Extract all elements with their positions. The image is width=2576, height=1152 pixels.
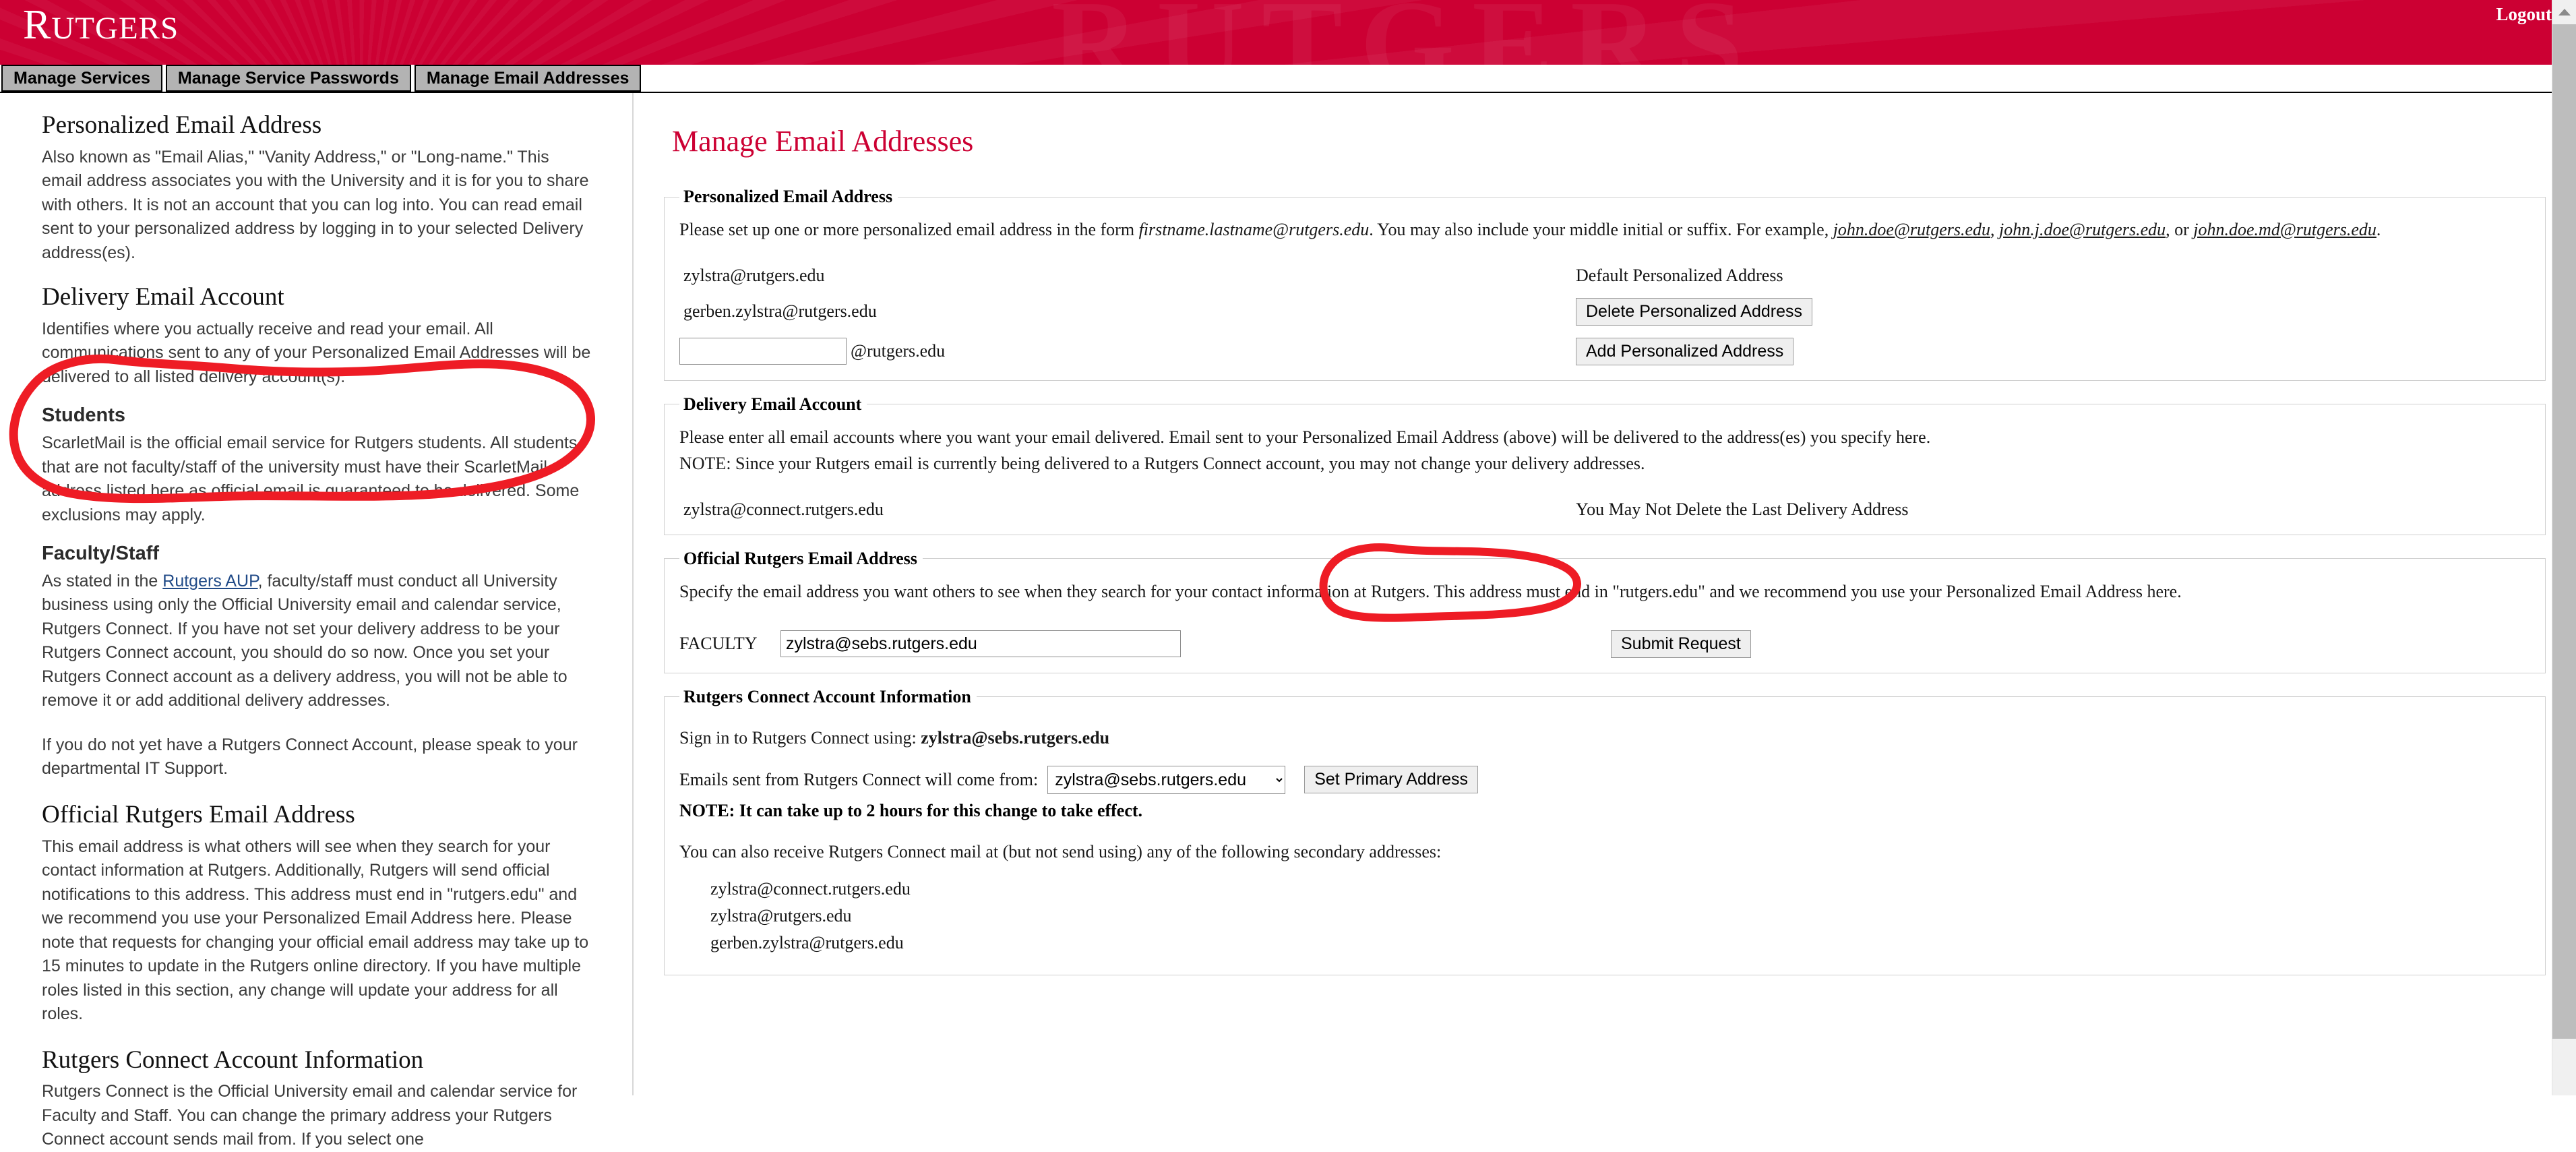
rutgers-aup-link[interactable]: Rutgers AUP (162, 572, 257, 590)
add-personalized-address-button[interactable]: Add Personalized Address (1576, 337, 1794, 365)
sidebar-text-personalized-email-address: Also known as "Email Alias," "Vanity Add… (42, 147, 589, 262)
sidebar-heading-delivery-email-account: Delivery Email Account (42, 283, 284, 311)
connect-secondary-address-1: zylstra@connect.rutgers.edu (710, 879, 911, 899)
legend-personalized-email-address: Personalized Email Address (683, 187, 893, 206)
section-personalized-email-address: Personalized Email Address Please set up… (664, 187, 2546, 381)
sidebar-heading-official-rutgers-email-address: Official Rutgers Email Address (42, 800, 355, 828)
logo-wordmark: UTGERS (51, 11, 179, 46)
connect-secondary-address-list: zylstra@connect.rutgers.edu zylstra@rutg… (710, 879, 2530, 953)
set-primary-address-button[interactable]: Set Primary Address (1304, 766, 1479, 794)
connect-signin-address: zylstra@sebs.rutgers.edu (921, 727, 1110, 748)
connect-secondary-address-3: gerben.zylstra@rutgers.edu (710, 933, 904, 953)
tab-manage-services[interactable]: Manage Services (1, 65, 162, 92)
personalized-example-sep-2: , or (2166, 220, 2194, 239)
sidebar-text-faculty-staff: As stated in the Rutgers AUP, faculty/st… (42, 570, 592, 713)
connect-secondary-address-2: zylstra@rutgers.edu (710, 906, 852, 926)
header-watermark-text: RUTGERS (1051, 0, 1760, 65)
rutgers-logo: RUTGERS (23, 4, 179, 46)
sidebar-heading-rutgers-connect-account-information: Rutgers Connect Account Information (42, 1045, 424, 1074)
personalized-intro-part1: Please set up one or more personalized e… (679, 220, 1139, 239)
personalized-example-2: john.j.doe@rutgers.edu (1999, 220, 2166, 239)
logo-initial: R (23, 2, 52, 48)
official-intro-text: Specify the email address you want other… (679, 581, 2182, 601)
sidebar-text-students: ScarletMail is the official email servic… (42, 433, 580, 524)
nav-tab-list: Manage Services Manage Service Passwords… (0, 65, 2576, 92)
personalized-add-row: @rutgers.edu Add Personalized Address (679, 337, 2530, 365)
connect-signin-text: Sign in to Rutgers Connect using: zylstr… (679, 726, 2530, 751)
sidebar-text-faculty-staff-2: If you do not yet have a Rutgers Connect… (42, 735, 578, 779)
personalized-address-1: zylstra@rutgers.edu (683, 265, 825, 285)
personalized-intro-text: Please set up one or more personalized e… (679, 218, 2530, 243)
page-body: Personalized Email Address Also known as… (0, 93, 2576, 1149)
logout-link[interactable]: Logout (2496, 4, 2552, 25)
connect-from-label: Emails sent from Rutgers Connect will co… (679, 769, 1039, 789)
tab-manage-service-passwords[interactable]: Manage Service Passwords (165, 65, 411, 92)
tab-manage-email-addresses[interactable]: Manage Email Addresses (414, 65, 642, 92)
official-address-row: FACULTY Submit Request (679, 630, 2530, 658)
page-title: Manage Email Addresses (672, 125, 974, 158)
rutgers-domain-suffix: @rutgers.edu (851, 341, 946, 361)
connect-from-row: Emails sent from Rutgers Connect will co… (679, 765, 2530, 794)
connect-secondary-intro: You can also receive Rutgers Connect mai… (679, 841, 1442, 861)
personalized-example-3: john.doe.md@rutgers.edu (2193, 220, 2376, 239)
official-role-label: FACULTY (679, 634, 758, 654)
sidebar-text-official-rutgers-email-address: This email address is what others will s… (42, 837, 589, 1024)
default-personalized-address-label: Default Personalized Address (1576, 265, 1783, 285)
submit-request-button[interactable]: Submit Request (1611, 630, 1751, 658)
personalized-form-example: firstname.lastname@rutgers.edu (1138, 220, 1370, 239)
faculty-text-before-link: As stated in the (42, 571, 163, 590)
personalized-address-row-2: gerben.zylstra@rutgers.edu Delete Person… (679, 297, 2530, 326)
delivery-note-text: NOTE: Since your Rutgers email is curren… (679, 453, 1645, 473)
legend-delivery-email-account: Delivery Email Account (683, 394, 862, 414)
legend-rutgers-connect-account-information: Rutgers Connect Account Information (683, 686, 971, 706)
site-header: RUTGERS RUTGERS Logout (0, 0, 2576, 65)
sidebar-heading-students: Students (42, 404, 126, 427)
delete-personalized-address-button[interactable]: Delete Personalized Address (1576, 297, 1813, 326)
primary-nav: Manage Services Manage Service Passwords… (0, 65, 2576, 93)
delivery-delete-restriction-label: You May Not Delete the Last Delivery Add… (1576, 499, 1909, 519)
personalized-intro-part2: . You may also include your middle initi… (1369, 220, 1833, 239)
section-delivery-email-account: Delivery Email Account Please enter all … (664, 394, 2546, 535)
personalized-example-sep-1: , (1990, 220, 2000, 239)
scroll-up-arrow-icon[interactable] (2552, 0, 2576, 24)
connect-from-address-select[interactable]: zylstra@sebs.rutgers.eduzylstra@connect.… (1047, 765, 1286, 794)
connect-change-delay-note: NOTE: It can take up to 2 hours for this… (679, 800, 1143, 820)
section-official-rutgers-email-address: Official Rutgers Email Address Specify t… (664, 548, 2546, 673)
delivery-address-row: zylstra@connect.rutgers.edu You May Not … (679, 499, 2530, 520)
main-content: Manage Email Addresses Personalized Emai… (634, 93, 2576, 1095)
sidebar-text-delivery-email-account: Identifies where you actually receive an… (42, 319, 591, 386)
sidebar-text-rutgers-connect-account-information: Rutgers Connect is the Official Universi… (42, 1082, 578, 1149)
delivery-intro-text: Please enter all email accounts where yo… (679, 427, 1931, 447)
info-sidebar: Personalized Email Address Also known as… (0, 93, 634, 1149)
sidebar-heading-faculty-staff: Faculty/Staff (42, 543, 160, 565)
personalized-address-2: gerben.zylstra@rutgers.edu (683, 301, 877, 322)
personalized-example-end: . (2376, 220, 2381, 239)
scrollbar-thumb[interactable] (2552, 24, 2576, 1039)
vertical-scrollbar[interactable] (2552, 0, 2576, 1095)
legend-official-rutgers-email-address: Official Rutgers Email Address (683, 548, 917, 568)
new-personalized-address-input[interactable] (679, 338, 847, 365)
connect-signin-prefix: Sign in to Rutgers Connect using: (679, 727, 921, 748)
delivery-address-1: zylstra@connect.rutgers.edu (683, 499, 884, 519)
faculty-text-after-link: , faculty/staff must conduct all Univers… (42, 571, 568, 710)
sidebar-heading-personalized-email-address: Personalized Email Address (42, 111, 322, 139)
personalized-example-1: john.doe@rutgers.edu (1833, 220, 1991, 239)
official-email-input[interactable] (780, 630, 1181, 658)
personalized-address-row-1: zylstra@rutgers.edu Default Personalized… (679, 266, 2530, 286)
section-rutgers-connect-account-information: Rutgers Connect Account Information Sign… (664, 686, 2546, 976)
